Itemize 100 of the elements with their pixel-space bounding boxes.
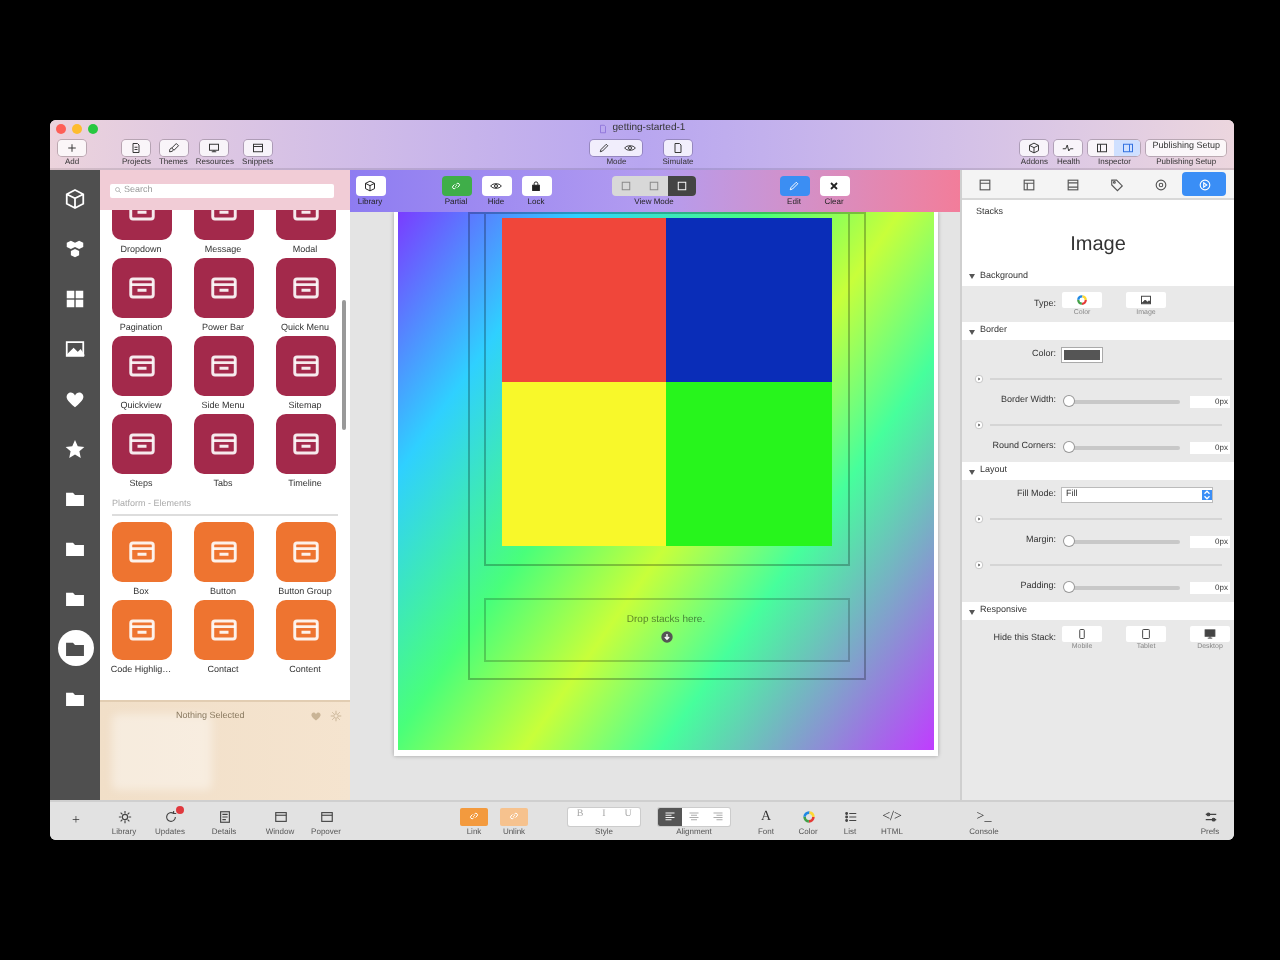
toolbar-button[interactable]: [217, 807, 231, 825]
refresh-icon: [163, 809, 177, 823]
heart-icon: [64, 387, 86, 409]
toolbar-button[interactable]: [243, 139, 272, 155]
star-icon: [64, 437, 86, 459]
segment-button[interactable]: [668, 175, 696, 196]
window-icon: [319, 809, 333, 823]
target-icon: [1153, 177, 1167, 191]
toolbar-button[interactable]: [481, 175, 511, 196]
option-button[interactable]: [1062, 626, 1102, 642]
monitor-icon: [208, 141, 221, 153]
page-icon: [672, 141, 684, 153]
folder-icon: [64, 637, 86, 659]
toolbar-button[interactable]: [200, 139, 229, 155]
eye-icon: [623, 141, 636, 153]
brush-icon: [167, 141, 180, 153]
layout-icon: [977, 177, 991, 191]
square-icon: [620, 179, 632, 192]
cube-icon: [64, 187, 86, 209]
align-left-icon: [664, 810, 676, 822]
play-icon: [1197, 177, 1211, 191]
cube-icon: [1028, 141, 1041, 153]
disclosure-icon: [974, 513, 984, 523]
window-icon: [273, 809, 287, 823]
disclosure-icon: [974, 559, 984, 569]
window-icon: [251, 141, 264, 153]
phone-icon: [1076, 628, 1088, 640]
align-right-icon: [712, 810, 724, 822]
disclosure-triangle-icon: [968, 272, 976, 280]
option-button[interactable]: [1126, 626, 1166, 642]
slider-thumb[interactable]: [1064, 395, 1074, 405]
align-center-icon: [688, 810, 700, 822]
inspector-tab[interactable]: [1182, 172, 1226, 196]
slider-thumb[interactable]: [1064, 535, 1074, 545]
list-icon: [843, 809, 857, 823]
plus-icon: [66, 141, 78, 153]
toolbar-button[interactable]: [163, 807, 177, 825]
pencil-icon: [788, 179, 800, 192]
color-wheel-icon: [1076, 293, 1088, 305]
disclosure-triangle-icon: [968, 327, 976, 335]
disclosure-triangle-icon: [968, 467, 976, 475]
arrow-down-icon: [659, 630, 673, 644]
heart-icon: [310, 710, 322, 722]
gear-icon: [330, 710, 342, 722]
pulse-icon: [1062, 141, 1075, 153]
eye-icon: [490, 179, 502, 192]
square-icon: [648, 179, 660, 192]
slider-thumb[interactable]: [1064, 581, 1074, 591]
close-icon: [828, 179, 840, 192]
folder-icon: [64, 487, 86, 509]
cubes-icon: [64, 237, 86, 259]
folder-icon: [64, 687, 86, 709]
link-icon: [468, 810, 480, 822]
layout-icon: [1065, 177, 1079, 191]
folder-icon: [64, 537, 86, 559]
inspector-title: Image: [1068, 231, 1128, 259]
tablet-icon: [1140, 628, 1152, 640]
toolbar-button[interactable]: [1203, 807, 1217, 825]
disclosure-icon: [974, 373, 984, 383]
color-wheel-icon: [801, 809, 815, 823]
toolbar-button[interactable]: [819, 175, 849, 196]
scrollbar[interactable]: [342, 300, 346, 430]
sliders-icon: [1203, 809, 1217, 823]
link-icon: [450, 179, 462, 192]
toolbar-button[interactable]: [843, 807, 857, 825]
toolbar-button[interactable]: [521, 175, 551, 196]
square-icon: [676, 179, 688, 192]
toolbar-button[interactable]: [664, 139, 692, 155]
folder-icon: [64, 587, 86, 609]
toolbar-button[interactable]: [122, 139, 151, 155]
page-icon: [598, 123, 609, 133]
thumbnail-placeholder: [112, 714, 212, 790]
toolbar-button[interactable]: [1020, 139, 1049, 155]
disclosure-icon: [974, 419, 984, 429]
segment-button[interactable]: [658, 807, 682, 825]
option-button[interactable]: [1190, 626, 1230, 642]
layout-icon: [1021, 177, 1035, 191]
toolbar-button[interactable]: [273, 807, 287, 825]
lock-icon: [530, 179, 542, 192]
panel-icon: [1095, 141, 1108, 153]
toolbar-button[interactable]: [117, 807, 131, 825]
rail-button[interactable]: [57, 630, 93, 666]
toolbar-button[interactable]: [355, 175, 385, 196]
image-icon: [64, 337, 86, 359]
image-icon: [1140, 293, 1152, 305]
cube-icon: [364, 179, 376, 192]
option-button[interactable]: [1126, 291, 1166, 307]
panel-icon: [1121, 141, 1134, 153]
tag-icon: [1109, 177, 1123, 191]
chevron-icon: [1202, 488, 1212, 502]
search-icon: [114, 186, 122, 194]
gear-icon: [117, 809, 131, 823]
pencil-icon: [597, 141, 610, 153]
toolbar-button[interactable]: [319, 807, 333, 825]
slider-thumb[interactable]: [1064, 441, 1074, 451]
desktop-icon: [1204, 628, 1216, 640]
disclosure-triangle-icon: [968, 607, 976, 615]
document-icon: [130, 141, 143, 153]
link-icon: [508, 810, 520, 822]
grid-icon: [64, 287, 86, 309]
